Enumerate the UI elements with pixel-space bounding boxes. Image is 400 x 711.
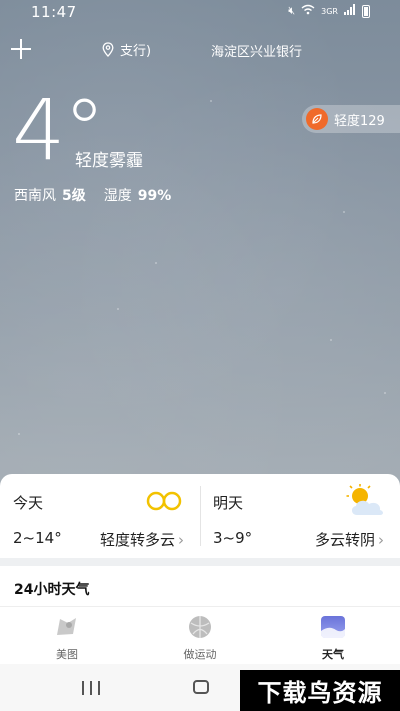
wifi-icon [301,4,315,18]
wind-label: 西南风 [14,188,56,204]
recent-apps-button[interactable] [82,681,100,695]
haze-particle [117,308,119,310]
forecast-card: 今天 2~14° 轻度转多云 › 明天 3~9° 多云转阴 › [0,474,400,558]
weather-details: 西南风 5级 湿度 99% [14,185,171,205]
current-condition: 轻度雾霾 [75,151,143,171]
background-haze [0,0,400,480]
section-separator [0,558,400,566]
home-button[interactable] [193,680,209,694]
nav-label-weather: 天气 [322,648,344,661]
signal-icon [344,4,356,18]
nav-label-exercise: 做运动 [183,648,217,661]
tomorrow-condition: 多云转阴 [314,531,375,549]
nav-item-weather[interactable]: 天气 [293,615,373,662]
haze-particle [18,433,20,435]
mute-icon: 🔇︎ [288,4,296,17]
chevron-right-icon: › [178,530,184,549]
tomorrow-condition-row: 多云转阴 › [315,529,384,550]
wind-value: 5级 [62,188,86,204]
aqi-value: 轻度129 [334,113,385,129]
location-secondary[interactable]: 海淀区兴业银行 [211,41,309,60]
battery-icon [362,4,370,18]
nav-item-exercise[interactable]: 做运动 [160,615,240,662]
hourly-section: 24小时天气 [0,566,400,606]
today-range: 2~14° [13,529,62,547]
leaf-icon [306,108,328,130]
network-type: 3GR [321,6,338,16]
aqi-badge[interactable]: 轻度129 [302,105,400,133]
location-pin-icon [102,42,114,57]
add-city-button[interactable] [9,37,33,61]
location-selector[interactable]: 支行) [102,40,151,59]
haze-particle [155,262,157,264]
wind-info: 西南风 5级 [14,185,86,205]
forecast-today[interactable]: 今天 2~14° 轻度转多云 › [0,474,200,558]
today-condition-row: 轻度转多云 › [100,529,184,550]
watermark: 下载鸟资源 [240,670,400,711]
humidity-label: 湿度 [103,188,132,204]
forecast-tomorrow[interactable]: 明天 3~9° 多云转阴 › [200,474,400,558]
picture-icon [57,618,76,635]
hourly-title: 24小时天气 [14,582,90,598]
humidity-value: 99% [137,188,172,204]
nav-item-pictures[interactable]: 美图 [27,615,107,662]
tomorrow-range: 3~9° [213,529,253,547]
bottom-nav: 美图 做运动 天气 [0,606,400,664]
ball-icon [189,616,211,638]
humidity-info: 湿度 99% [104,185,172,205]
nav-label-pictures: 美图 [56,648,78,661]
status-bar: 11:47 🔇︎ 3GR [0,0,400,24]
location-primary: 支行) [120,44,152,59]
haze-icon [146,491,182,511]
haze-particle [330,339,332,341]
weather-icon [321,616,345,638]
status-icons: 🔇︎ 3GR [288,4,370,18]
chevron-right-icon: › [378,530,384,549]
haze-particle [210,100,212,102]
haze-particle [343,211,345,213]
tomorrow-title: 明天 [213,494,244,512]
today-condition: 轻度转多云 [99,531,175,549]
today-title: 今天 [13,494,44,512]
haze-particle [384,392,386,394]
partly-cloudy-icon [346,484,383,515]
status-time: 11:47 [31,3,77,21]
